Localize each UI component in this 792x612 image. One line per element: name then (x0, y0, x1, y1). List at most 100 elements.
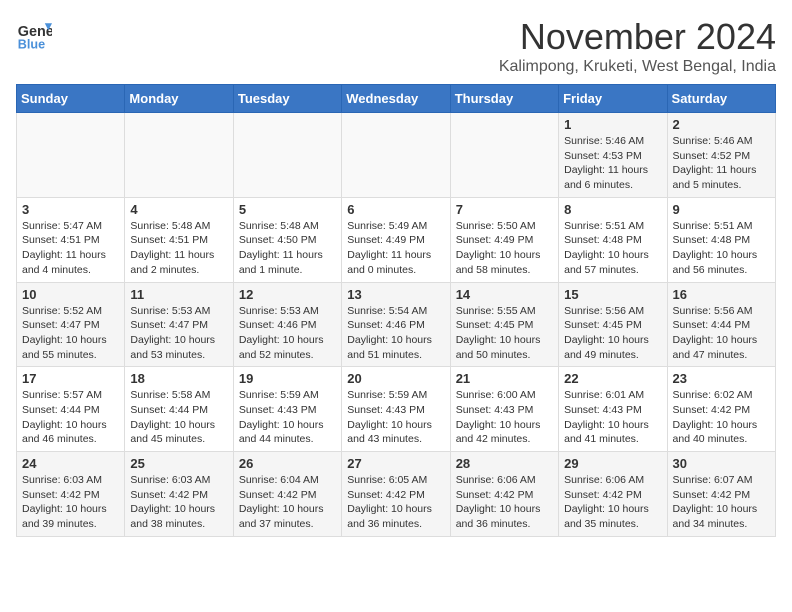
month-title: November 2024 (499, 16, 776, 58)
day-number: 29 (564, 456, 661, 471)
weekday-header: Wednesday (342, 85, 450, 113)
calendar-cell: 11 Sunrise: 5:53 AM Sunset: 4:47 PM Dayli… (125, 282, 233, 367)
calendar-cell: 14 Sunrise: 5:55 AM Sunset: 4:45 PM Dayli… (450, 282, 558, 367)
day-info: Sunrise: 6:00 AM Sunset: 4:43 PM Dayligh… (456, 388, 553, 447)
day-number: 3 (22, 202, 119, 217)
calendar-cell (233, 113, 341, 198)
day-info: Sunrise: 6:01 AM Sunset: 4:43 PM Dayligh… (564, 388, 661, 447)
calendar-cell: 16Sunrise: 5:56 AM Sunset: 4:44 PM Dayli… (667, 282, 775, 367)
svg-text:Blue: Blue (18, 37, 45, 51)
day-info: Sunrise: 5:53 AM Sunset: 4:46 PM Dayligh… (239, 304, 336, 363)
calendar-cell: 10Sunrise: 5:52 AM Sunset: 4:47 PM Dayli… (17, 282, 125, 367)
weekday-header: Friday (559, 85, 667, 113)
day-number: 25 (130, 456, 227, 471)
weekday-header: Sunday (17, 85, 125, 113)
day-info: Sunrise: 5:55 AM Sunset: 4:45 PM Dayligh… (456, 304, 553, 363)
day-number: 24 (22, 456, 119, 471)
calendar-cell: 9 Sunrise: 5:51 AM Sunset: 4:48 PM Daylig… (667, 197, 775, 282)
day-number: 9 (673, 202, 770, 217)
day-info: Sunrise: 6:07 AM Sunset: 4:42 PM Dayligh… (673, 473, 770, 532)
day-number: 12 (239, 287, 336, 302)
day-info: Sunrise: 5:54 AM Sunset: 4:46 PM Dayligh… (347, 304, 444, 363)
day-number: 15 (564, 287, 661, 302)
calendar-table: SundayMondayTuesdayWednesdayThursdayFrid… (16, 84, 776, 537)
weekday-header: Monday (125, 85, 233, 113)
day-info: Sunrise: 5:47 AM Sunset: 4:51 PM Dayligh… (22, 219, 119, 278)
calendar-cell: 6 Sunrise: 5:49 AM Sunset: 4:49 PM Daylig… (342, 197, 450, 282)
day-info: Sunrise: 5:46 AM Sunset: 4:53 PM Dayligh… (564, 134, 661, 193)
calendar-cell: 8 Sunrise: 5:51 AM Sunset: 4:48 PM Daylig… (559, 197, 667, 282)
calendar-header-row: SundayMondayTuesdayWednesdayThursdayFrid… (17, 85, 776, 113)
day-number: 6 (347, 202, 444, 217)
day-number: 4 (130, 202, 227, 217)
calendar-cell: 13 Sunrise: 5:54 AM Sunset: 4:46 PM Dayli… (342, 282, 450, 367)
calendar-cell: 25 Sunrise: 6:03 AM Sunset: 4:42 PM Dayli… (125, 452, 233, 537)
calendar-cell: 20 Sunrise: 5:59 AM Sunset: 4:43 PM Dayli… (342, 367, 450, 452)
day-info: Sunrise: 5:46 AM Sunset: 4:52 PM Dayligh… (673, 134, 770, 193)
day-info: Sunrise: 6:05 AM Sunset: 4:42 PM Dayligh… (347, 473, 444, 532)
day-info: Sunrise: 5:51 AM Sunset: 4:48 PM Dayligh… (564, 219, 661, 278)
weekday-header: Saturday (667, 85, 775, 113)
calendar-week-row: 24 Sunrise: 6:03 AM Sunset: 4:42 PM Dayli… (17, 452, 776, 537)
calendar-cell: 12 Sunrise: 5:53 AM Sunset: 4:46 PM Dayli… (233, 282, 341, 367)
title-block: November 2024 Kalimpong, Kruketi, West B… (499, 16, 776, 76)
day-number: 20 (347, 371, 444, 386)
day-info: Sunrise: 6:04 AM Sunset: 4:42 PM Dayligh… (239, 473, 336, 532)
location: Kalimpong, Kruketi, West Bengal, India (499, 58, 776, 76)
page-header: General Blue November 2024 Kalimpong, Kr… (16, 16, 776, 76)
weekday-header: Thursday (450, 85, 558, 113)
day-number: 21 (456, 371, 553, 386)
calendar-cell (450, 113, 558, 198)
day-info: Sunrise: 5:52 AM Sunset: 4:47 PM Dayligh… (22, 304, 119, 363)
day-info: Sunrise: 5:49 AM Sunset: 4:49 PM Dayligh… (347, 219, 444, 278)
calendar-cell: 2Sunrise: 5:46 AM Sunset: 4:52 PM Daylig… (667, 113, 775, 198)
day-info: Sunrise: 5:50 AM Sunset: 4:49 PM Dayligh… (456, 219, 553, 278)
calendar-cell: 30 Sunrise: 6:07 AM Sunset: 4:42 PM Dayli… (667, 452, 775, 537)
calendar-cell (342, 113, 450, 198)
day-number: 28 (456, 456, 553, 471)
day-number: 13 (347, 287, 444, 302)
day-info: Sunrise: 6:06 AM Sunset: 4:42 PM Dayligh… (564, 473, 661, 532)
calendar-week-row: 17 Sunrise: 5:57 AM Sunset: 4:44 PM Dayli… (17, 367, 776, 452)
calendar-cell: 22 Sunrise: 6:01 AM Sunset: 4:43 PM Dayli… (559, 367, 667, 452)
calendar-cell: 28 Sunrise: 6:06 AM Sunset: 4:42 PM Dayli… (450, 452, 558, 537)
day-info: Sunrise: 5:57 AM Sunset: 4:44 PM Dayligh… (22, 388, 119, 447)
calendar-cell: 18 Sunrise: 5:58 AM Sunset: 4:44 PM Dayli… (125, 367, 233, 452)
calendar-cell: 1 Sunrise: 5:46 AM Sunset: 4:53 PM Daylig… (559, 113, 667, 198)
day-number: 30 (673, 456, 770, 471)
day-number: 18 (130, 371, 227, 386)
day-info: Sunrise: 5:59 AM Sunset: 4:43 PM Dayligh… (347, 388, 444, 447)
calendar-cell: 3 Sunrise: 5:47 AM Sunset: 4:51 PM Daylig… (17, 197, 125, 282)
day-number: 16 (673, 287, 770, 302)
logo-icon: General Blue (16, 16, 52, 52)
day-number: 8 (564, 202, 661, 217)
calendar-cell: 23 Sunrise: 6:02 AM Sunset: 4:42 PM Dayli… (667, 367, 775, 452)
calendar-cell: 15 Sunrise: 5:56 AM Sunset: 4:45 PM Dayli… (559, 282, 667, 367)
day-info: Sunrise: 5:59 AM Sunset: 4:43 PM Dayligh… (239, 388, 336, 447)
day-info: Sunrise: 6:02 AM Sunset: 4:42 PM Dayligh… (673, 388, 770, 447)
day-info: Sunrise: 5:48 AM Sunset: 4:51 PM Dayligh… (130, 219, 227, 278)
day-info: Sunrise: 5:48 AM Sunset: 4:50 PM Dayligh… (239, 219, 336, 278)
day-info: Sunrise: 5:56 AM Sunset: 4:45 PM Dayligh… (564, 304, 661, 363)
day-info: Sunrise: 5:58 AM Sunset: 4:44 PM Dayligh… (130, 388, 227, 447)
calendar-week-row: 3 Sunrise: 5:47 AM Sunset: 4:51 PM Daylig… (17, 197, 776, 282)
calendar-cell: 19 Sunrise: 5:59 AM Sunset: 4:43 PM Dayli… (233, 367, 341, 452)
calendar-cell: 27Sunrise: 6:05 AM Sunset: 4:42 PM Dayli… (342, 452, 450, 537)
day-info: Sunrise: 5:51 AM Sunset: 4:48 PM Dayligh… (673, 219, 770, 278)
day-number: 22 (564, 371, 661, 386)
day-number: 26 (239, 456, 336, 471)
calendar-week-row: 10Sunrise: 5:52 AM Sunset: 4:47 PM Dayli… (17, 282, 776, 367)
day-info: Sunrise: 6:03 AM Sunset: 4:42 PM Dayligh… (130, 473, 227, 532)
logo: General Blue (16, 16, 52, 52)
day-number: 1 (564, 117, 661, 132)
day-number: 17 (22, 371, 119, 386)
day-info: Sunrise: 5:53 AM Sunset: 4:47 PM Dayligh… (130, 304, 227, 363)
day-number: 23 (673, 371, 770, 386)
calendar-cell: 26 Sunrise: 6:04 AM Sunset: 4:42 PM Dayli… (233, 452, 341, 537)
day-info: Sunrise: 6:06 AM Sunset: 4:42 PM Dayligh… (456, 473, 553, 532)
calendar-cell: 17 Sunrise: 5:57 AM Sunset: 4:44 PM Dayli… (17, 367, 125, 452)
day-number: 19 (239, 371, 336, 386)
day-number: 14 (456, 287, 553, 302)
calendar-cell: 4 Sunrise: 5:48 AM Sunset: 4:51 PM Daylig… (125, 197, 233, 282)
day-number: 11 (130, 287, 227, 302)
